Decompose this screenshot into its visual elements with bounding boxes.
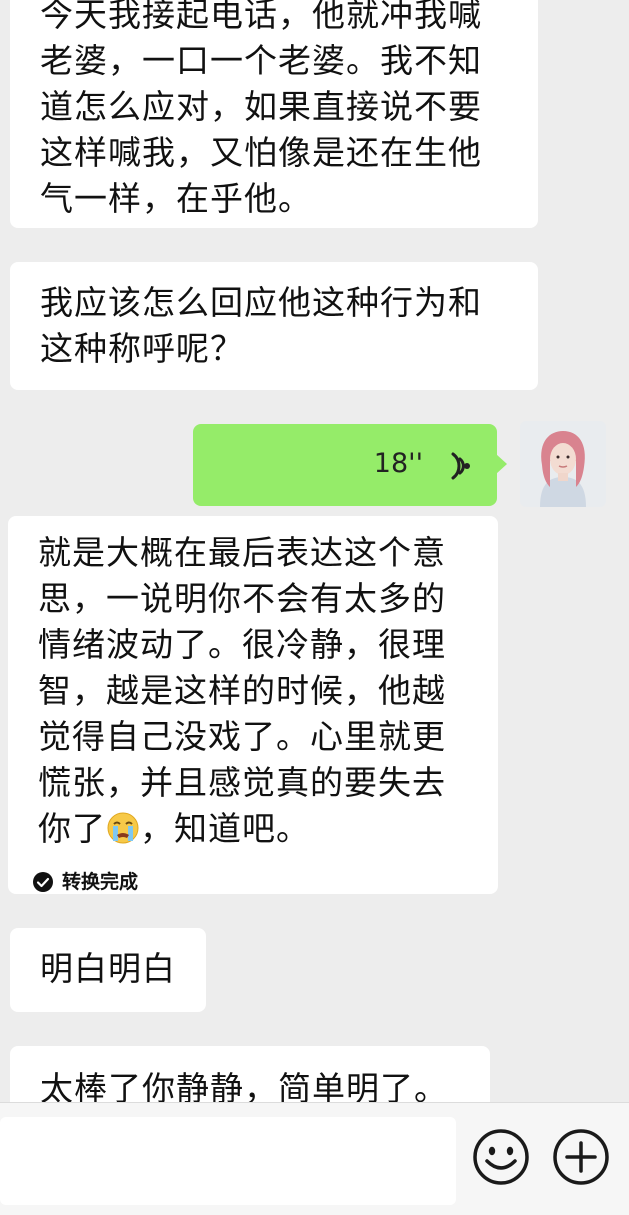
message-line-last: 你了 ，知道吧。 <box>38 806 476 852</box>
message-line: 明白明白 <box>40 949 176 988</box>
message-line: 觉得自己没戏了。心里就更 <box>38 717 446 756</box>
voice-wave-icon <box>451 452 470 480</box>
message-bubble-received[interactable]: 太棒了你静静，简单明了。 <box>10 1046 490 1102</box>
voice-message-bubble[interactable]: 18'' <box>193 424 507 506</box>
message-line: 慌张，并且感觉真的要失去 <box>38 763 446 802</box>
message-line: 道怎么应对，如果直接说不要 <box>40 87 482 126</box>
message-text: ，知道吧。 <box>140 809 310 848</box>
check-circle-icon <box>33 872 53 892</box>
message-line: 太棒了你静静，简单明了。 <box>40 1069 448 1102</box>
avatar[interactable] <box>520 421 606 507</box>
message-line: 就是大概在最后表达这个意 <box>38 533 446 572</box>
message-line: 老婆，一口一个老婆。我不知 <box>40 41 482 80</box>
message-bubble-received[interactable]: 今天我接起电话，他就冲我喊 老婆，一口一个老婆。我不知 道怎么应对，如果直接说不… <box>10 0 538 228</box>
message-line: 今天我接起电话，他就冲我喊 <box>40 0 482 34</box>
message-input[interactable] <box>0 1117 456 1205</box>
avatar-image <box>520 421 606 507</box>
message-bubble-received[interactable]: 明白明白 <box>10 928 206 1012</box>
crying-emoji-icon <box>107 812 139 844</box>
transcription-status: 转换完成 <box>32 870 476 894</box>
plus-icon[interactable] <box>551 1127 611 1187</box>
message-line: 这种称呼呢？ <box>40 329 244 368</box>
message-line: 思，一说明你不会有太多的 <box>38 579 446 618</box>
message-line: 这样喊我，又怕像是还在生他 <box>40 133 482 172</box>
chat-area: 今天我接起电话，他就冲我喊 老婆，一口一个老婆。我不知 道怎么应对，如果直接说不… <box>0 0 629 1102</box>
message-text: 你了 <box>38 809 106 848</box>
message-line: 气一样，在乎他。 <box>40 179 312 218</box>
transcription-status-label: 转换完成 <box>62 871 139 893</box>
message-bubble-received[interactable]: 我应该怎么回应他这种行为和 这种称呼呢？ <box>10 262 538 390</box>
message-line: 我应该怎么回应他这种行为和 <box>40 283 482 322</box>
chat-input-bar <box>0 1102 629 1215</box>
message-line: 情绪波动了。很冷静，很理 <box>38 625 446 664</box>
message-line: 智，越是这样的时候，他越 <box>38 671 446 710</box>
voice-duration: 18'' <box>373 448 423 479</box>
message-bubble-transcription[interactable]: 就是大概在最后表达这个意 思，一说明你不会有太多的 情绪波动了。很冷静，很理 智… <box>8 516 498 894</box>
emoji-icon[interactable] <box>471 1127 531 1187</box>
